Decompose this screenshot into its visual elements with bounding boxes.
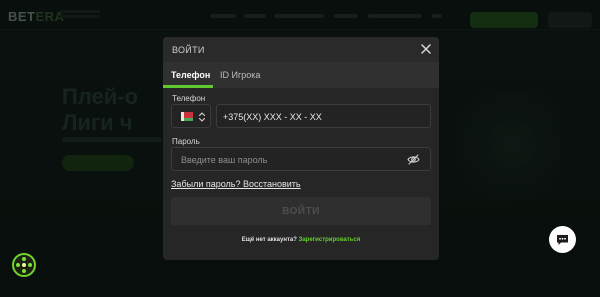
phone-input[interactable] bbox=[223, 110, 423, 123]
login-tabs: Телефон ID Игрока bbox=[163, 62, 439, 88]
forgot-password-link[interactable]: Забыли пароль? Восстановить bbox=[171, 179, 301, 189]
phone-label: Телефон bbox=[172, 94, 206, 103]
login-submit-button[interactable]: ВОЙТИ bbox=[171, 197, 431, 225]
belarus-flag-icon bbox=[181, 112, 193, 121]
close-icon bbox=[421, 44, 431, 54]
chat-icon bbox=[557, 235, 568, 245]
modal-title: ВОЙТИ bbox=[172, 45, 205, 55]
password-label: Пароль bbox=[172, 137, 200, 146]
eye-off-icon[interactable] bbox=[407, 154, 420, 165]
password-input-field[interactable] bbox=[171, 147, 431, 171]
active-tab-indicator bbox=[163, 85, 213, 88]
country-selector[interactable] bbox=[171, 104, 211, 128]
password-input[interactable] bbox=[181, 153, 401, 166]
chevron-updown-icon bbox=[198, 112, 206, 122]
no-account-text: Ещё нет аккаунта? bbox=[241, 237, 297, 243]
bonus-wheel-button[interactable] bbox=[12, 253, 36, 277]
close-button[interactable] bbox=[418, 41, 434, 57]
modal-header: ВОЙТИ bbox=[163, 37, 439, 62]
phone-input-field[interactable] bbox=[216, 104, 431, 128]
login-modal: ВОЙТИ Телефон ID Игрока Телефон Пароль З… bbox=[163, 37, 439, 260]
tab-player-id[interactable]: ID Игрока bbox=[220, 70, 260, 80]
tab-phone[interactable]: Телефон bbox=[171, 70, 210, 80]
register-prompt: Ещё нет аккаунта? Зарегистрироваться bbox=[163, 237, 439, 243]
chat-button[interactable] bbox=[549, 226, 576, 253]
register-link[interactable]: Зарегистрироваться bbox=[299, 237, 361, 243]
